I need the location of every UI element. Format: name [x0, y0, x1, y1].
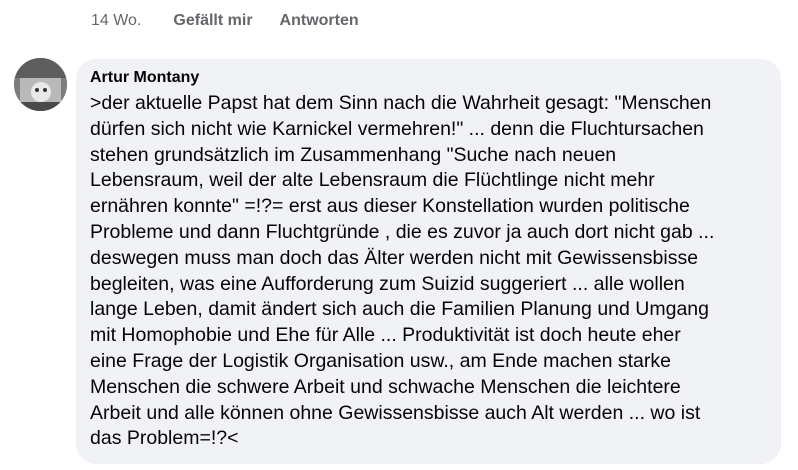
comment-author[interactable]: Artur Montany	[90, 67, 769, 89]
avatar[interactable]	[14, 58, 67, 111]
comment-line: Lebensraum, weil der alte Lebensraum die…	[90, 169, 655, 192]
comment-line: Menschen die schwere Arbeit und schwache…	[90, 375, 681, 398]
comment-line: Arbeit und alle können ohne Gewissensbis…	[90, 401, 701, 424]
comment-text: >der aktuelle Papst hat dem Sinn nach di…	[90, 91, 769, 452]
reply-button[interactable]: Antworten	[280, 12, 359, 30]
like-button[interactable]: Gefällt mir	[173, 12, 252, 30]
previous-comment-actions: 14 Wo. Gefällt mir Antworten	[91, 10, 386, 32]
user-photo-avatar-icon	[14, 58, 67, 111]
comment-line: eine Frage der Logistik Organisation usw…	[90, 349, 671, 372]
comment-line: begleiten, was eine Aufforderung zum Sui…	[90, 272, 685, 295]
comment-line: stehen grundsätzlich im Zusammenhang "Su…	[90, 143, 617, 166]
comment-line: >der aktuelle Papst hat dem Sinn nach di…	[90, 92, 712, 114]
comment-line: deswegen muss man doch das Älter werden …	[90, 246, 699, 269]
comment-timestamp[interactable]: 14 Wo.	[91, 12, 141, 30]
comment-line: mit Homophobie und Ehe für Alle ... Prod…	[90, 324, 681, 347]
comment-line: lange Leben, damit ändert sich auch die …	[90, 298, 709, 321]
comment-line: das Problem=!?<	[90, 427, 239, 450]
comment-line: dürfen sich nicht wie Karnickel vermehre…	[90, 117, 704, 140]
comment-line: Probleme und dann Fluchtgründe , die es …	[90, 220, 715, 243]
comment-line: ernähren konnte" =!?= erst aus dieser Ko…	[90, 195, 690, 218]
comment-bubble: Artur Montany >der aktuelle Papst hat de…	[76, 59, 781, 464]
